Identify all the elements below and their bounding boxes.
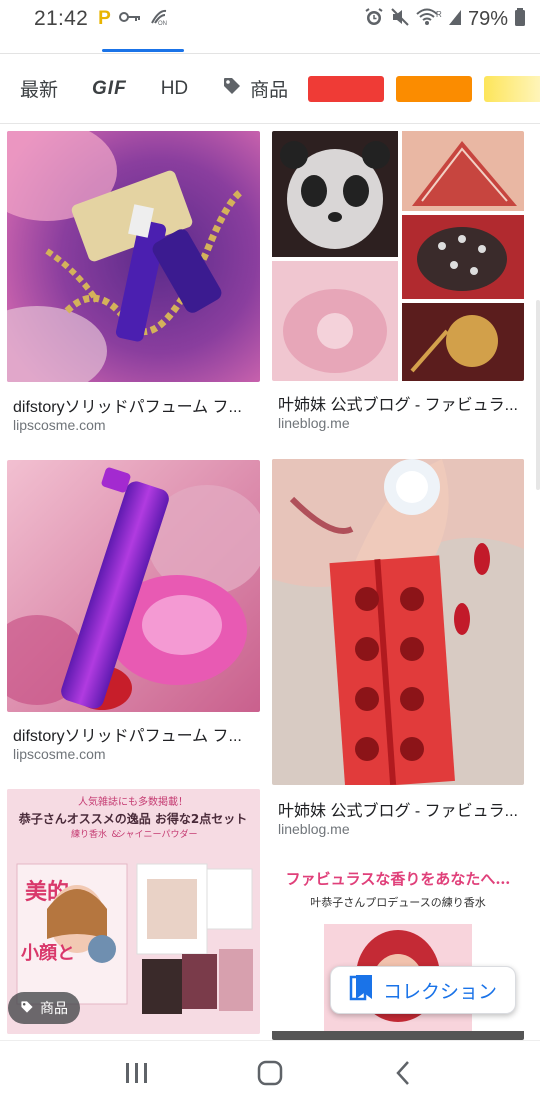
- home-button[interactable]: [240, 1046, 300, 1106]
- color-filter-orange[interactable]: [396, 75, 473, 102]
- svg-text:ON: ON: [158, 21, 167, 26]
- nfc-icon: ON: [149, 8, 169, 31]
- result-domain: lineblog.me: [278, 821, 350, 837]
- collection-button[interactable]: コレクション: [330, 966, 516, 1014]
- tag-icon: [20, 1000, 34, 1017]
- active-tab-indicator: [102, 49, 184, 52]
- result-card[interactable]: difstoryソリッドパフューム フ... lipscosme.com: [7, 131, 260, 441]
- filter-products-label: 商品: [250, 80, 289, 101]
- result-title[interactable]: 叶姉妹 公式ブログ - ファビュラ...: [278, 391, 522, 415]
- back-button[interactable]: [373, 1046, 433, 1106]
- recent-apps-icon: [124, 1061, 150, 1090]
- fabulous-sub-text: 叶恭子さんプロデュースの練り香水: [310, 895, 485, 909]
- magazine-headline-text: 恭子さんオススメの逸品 お得な2点セット: [18, 811, 248, 826]
- filter-hd[interactable]: HD: [161, 78, 188, 100]
- result-title[interactable]: 叶姉妹 公式ブログ - ファビュラ...: [278, 797, 522, 821]
- result-title[interactable]: difstoryソリッドパフューム フ...: [13, 722, 258, 746]
- home-icon: [256, 1059, 284, 1092]
- result-domain: lipscosme.com: [13, 746, 106, 762]
- filter-latest[interactable]: 最新: [20, 75, 58, 102]
- color-filter-red[interactable]: [308, 75, 385, 102]
- tag-icon: [222, 76, 242, 102]
- result-image[interactable]: [7, 131, 260, 382]
- result-card[interactable]: 叶姉妹 公式ブログ - ファビュラ... lineblog.me: [272, 131, 524, 441]
- magazine-sub1-text: 練り香水: [71, 828, 107, 840]
- filter-chips-row: 最新 GIF HD 商品: [0, 54, 540, 124]
- product-badge-label: 商品: [40, 1000, 68, 1016]
- result-domain: lipscosme.com: [13, 417, 106, 433]
- status-bar: 21:42 P ON R 79%: [0, 0, 540, 38]
- product-badge[interactable]: 商品: [8, 992, 80, 1024]
- google-images-results-screen: 21:42 P ON R 79% 最新 GIF HD 商品 difstoryソリ…: [0, 0, 540, 1110]
- system-navigation-bar: [0, 1040, 540, 1110]
- result-card[interactable]: difstoryソリッドパフューム フ... lipscosme.com: [7, 460, 260, 770]
- result-title[interactable]: difstoryソリッドパフューム フ...: [13, 393, 258, 417]
- filter-products[interactable]: 商品: [222, 75, 288, 102]
- collection-button-label: コレクション: [382, 981, 497, 1003]
- search-tabs-strip: [0, 38, 540, 54]
- wifi-icon: R: [416, 7, 442, 32]
- battery-percent: 79%: [467, 7, 508, 30]
- result-image[interactable]: [272, 459, 524, 785]
- battery-icon: [514, 7, 526, 32]
- recent-apps-button[interactable]: [107, 1046, 167, 1106]
- magazine-cover-text: 小顔と: [21, 942, 75, 964]
- result-card[interactable]: 叶姉妹 公式ブログ - ファビュラ... lineblog.me: [272, 459, 524, 844]
- filter-gif[interactable]: GIF: [92, 78, 127, 100]
- fabulous-title-text: ファビュラスな香りをあなたへ…: [286, 870, 511, 888]
- alarm-icon: [364, 7, 384, 32]
- key-icon: [118, 10, 141, 29]
- magazine-banner-text: 人気雑誌にも多数掲載！: [78, 795, 188, 808]
- result-image[interactable]: [7, 460, 260, 712]
- signal-icon: [448, 8, 462, 31]
- scrollbar[interactable]: [536, 300, 540, 490]
- bookmark-collection-icon: [349, 973, 375, 1007]
- clock: 21:42: [34, 7, 89, 30]
- color-filter-yellow[interactable]: [484, 75, 540, 102]
- result-image[interactable]: [272, 131, 524, 381]
- mute-icon: [390, 7, 410, 32]
- svg-text:R: R: [436, 10, 442, 19]
- result-domain: lineblog.me: [278, 415, 350, 431]
- app-p-icon: P: [98, 8, 111, 29]
- magazine-sub2-text: シャイニーパウダー: [117, 828, 198, 840]
- back-chevron-icon: [393, 1059, 413, 1092]
